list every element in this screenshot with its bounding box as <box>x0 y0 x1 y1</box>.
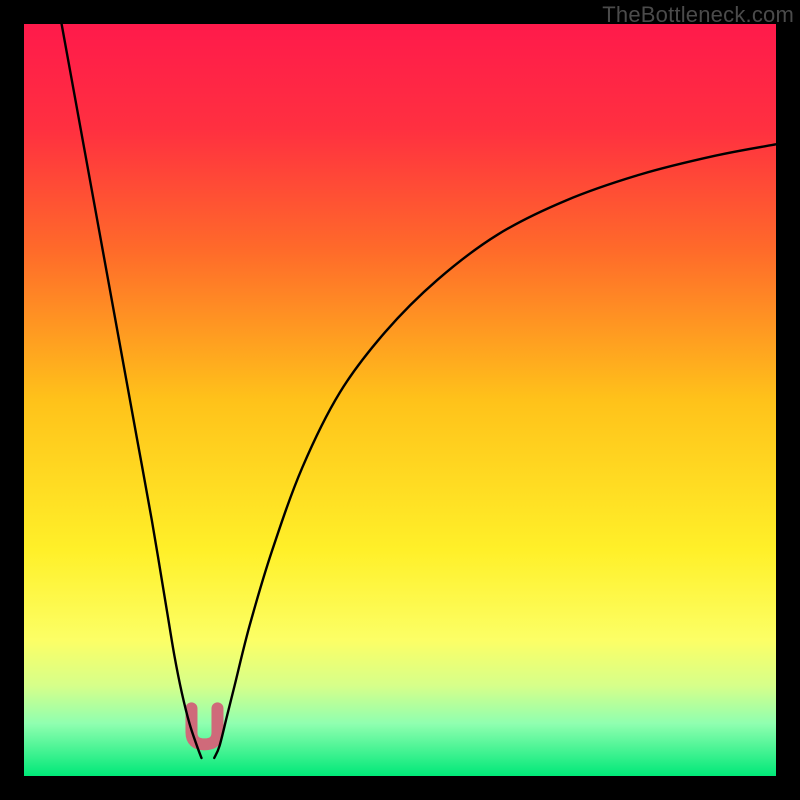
watermark-text: TheBottleneck.com <box>602 2 794 28</box>
gradient-background <box>24 24 776 776</box>
bottleneck-chart <box>24 24 776 776</box>
chart-frame <box>24 24 776 776</box>
